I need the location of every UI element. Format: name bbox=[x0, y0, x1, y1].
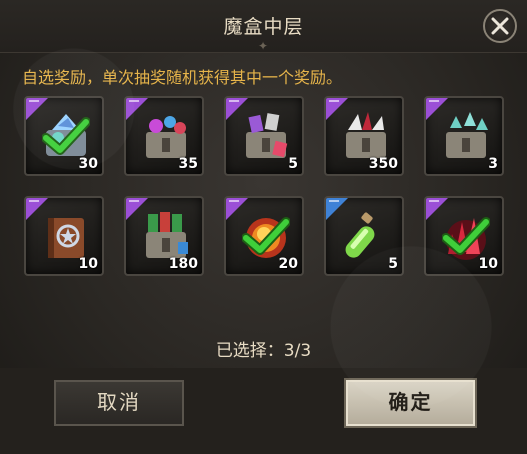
reward-description: 自选奖励，单次抽奖随机获得其中一个奖励。 bbox=[22, 68, 343, 87]
title-bar: 魔盒中层 ✦ bbox=[0, 0, 527, 53]
card-chest-icon bbox=[246, 113, 288, 158]
close-button[interactable] bbox=[483, 9, 517, 43]
selected-check-icon bbox=[42, 117, 90, 155]
reward-slot-8[interactable]: 20 bbox=[224, 196, 304, 276]
reward-slot-7[interactable]: 180 bbox=[124, 196, 204, 276]
reward-slot-6[interactable]: 10 bbox=[24, 196, 104, 276]
reward-slot-3[interactable]: 5 bbox=[224, 96, 304, 176]
reward-quantity: 180 bbox=[168, 256, 198, 272]
rune-chest-icon bbox=[446, 112, 488, 158]
reward-quantity: 350 bbox=[368, 156, 398, 172]
selected-count-label: 已选择：3/3 bbox=[215, 341, 312, 361]
reward-quantity: 10 bbox=[78, 256, 98, 272]
confirm-button[interactable]: 确定 bbox=[346, 380, 475, 426]
reward-slot-4[interactable]: 350 bbox=[324, 96, 404, 176]
cancel-button[interactable]: 取消 bbox=[54, 380, 184, 426]
close-icon bbox=[491, 17, 509, 35]
reward-slot-9[interactable]: 5 bbox=[324, 196, 404, 276]
reward-quantity: 10 bbox=[478, 256, 498, 272]
reward-quantity: 3 bbox=[488, 156, 498, 172]
reward-quantity: 30 bbox=[78, 156, 98, 172]
reward-dialog: 魔盒中层 ✦ 自选奖励，单次抽奖随机获得其中一个奖励。 30 35 5 350 … bbox=[0, 0, 527, 454]
reward-quantity: 20 bbox=[278, 256, 298, 272]
potion-icon bbox=[345, 212, 375, 258]
title-ornament-icon: ✦ bbox=[257, 39, 269, 53]
dialog-title: 魔盒中层 bbox=[223, 16, 304, 38]
reward-slot-5[interactable]: 3 bbox=[424, 96, 504, 176]
selected-check-icon bbox=[442, 217, 490, 255]
reward-slot-10[interactable]: 10 bbox=[424, 196, 504, 276]
reward-quantity: 5 bbox=[288, 156, 298, 172]
reward-quantity: 5 bbox=[388, 256, 398, 272]
selected-check-icon bbox=[242, 217, 290, 255]
reward-quantity: 35 bbox=[178, 156, 198, 172]
reward-slot-1[interactable]: 30 bbox=[24, 96, 104, 176]
reward-slot-2[interactable]: 35 bbox=[124, 96, 204, 176]
